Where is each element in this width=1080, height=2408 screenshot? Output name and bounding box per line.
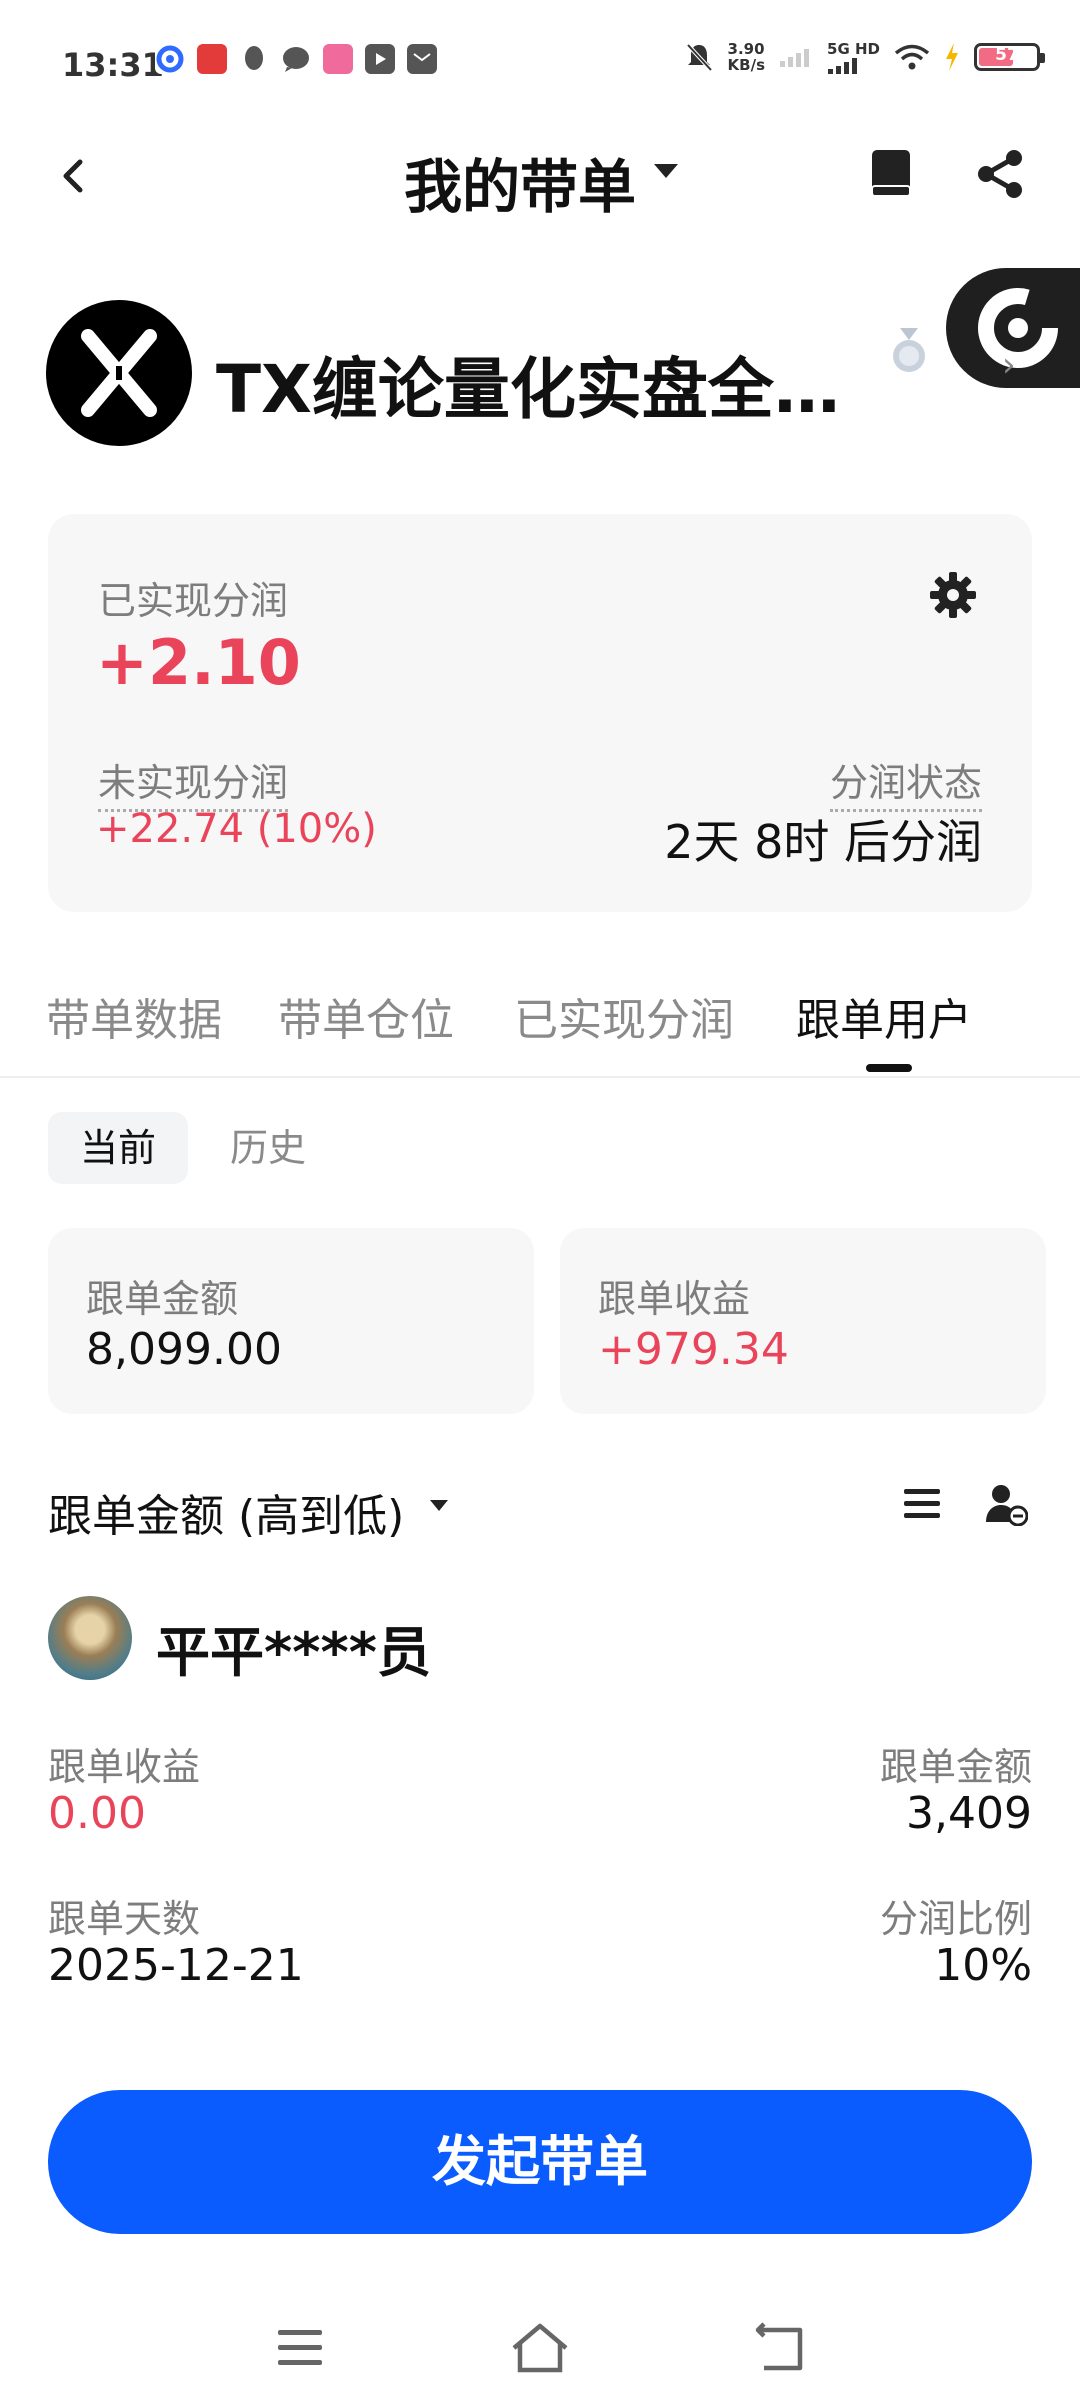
share-button[interactable] <box>972 146 1028 202</box>
red-app-icon <box>197 44 227 74</box>
copy-amount-label: 跟单金额 <box>86 1277 239 1321</box>
follower-days-value: 2025-12-21 <box>48 1940 304 1991</box>
unrealized-profit-value: +22.74 (10%) <box>96 806 377 852</box>
mute-bell-icon <box>686 43 713 72</box>
profit-status-value: 2天 8时 后分润 <box>664 815 982 869</box>
page-title[interactable]: 我的带单 <box>0 140 1080 224</box>
medal-icon <box>888 328 930 374</box>
follower-profit-label: 跟单收益 <box>48 1745 201 1789</box>
user-manage-button[interactable] <box>984 1482 1029 1527</box>
lead-trader-avatar[interactable] <box>46 300 192 446</box>
status-time: 13:31 <box>62 46 164 84</box>
subtab-history[interactable]: 历史 <box>230 1112 306 1184</box>
subtab-current[interactable]: 当前 <box>48 1112 188 1184</box>
realized-profit-label: 已实现分润 <box>98 579 289 623</box>
lead-trader-name[interactable]: TX缠论量化实盘全… <box>216 336 856 432</box>
copy-amount-card: 跟单金额 8,099.00 <box>48 1228 534 1414</box>
tab-copy-positions[interactable]: 带单仓位 <box>278 984 454 1048</box>
browser-app-icon <box>155 44 185 74</box>
qq-icon <box>239 44 269 74</box>
follower-ratio-value: 10% <box>934 1940 1032 1991</box>
follower-name[interactable]: 平平****员 <box>156 1608 431 1687</box>
follower-amount-value: 3,409 <box>906 1788 1032 1839</box>
copy-profit-value: +979.34 <box>598 1324 789 1375</box>
message-bubble-icon <box>281 44 311 74</box>
unrealized-profit-label[interactable]: 未实现分润 <box>98 752 289 812</box>
title-dropdown-caret-icon[interactable] <box>654 164 678 178</box>
nav-menu-button[interactable] <box>270 2320 330 2376</box>
realized-profit-value: +2.10 <box>96 626 301 699</box>
wifi-icon <box>894 44 930 70</box>
signal-empty-icon <box>780 49 810 67</box>
follower-avatar[interactable] <box>48 1596 132 1680</box>
settings-button[interactable] <box>928 570 978 620</box>
home-icon <box>512 2323 568 2373</box>
chevron-right-icon[interactable]: › <box>1002 345 1016 385</box>
tab-realized-profit[interactable]: 已实现分润 <box>514 984 734 1048</box>
signal-icon <box>828 58 858 74</box>
video-play-icon <box>365 44 395 74</box>
tab-followers[interactable]: 跟单用户 <box>796 984 972 1048</box>
tab-divider <box>0 1076 1080 1078</box>
active-tab-indicator <box>866 1064 912 1072</box>
profit-status-label[interactable]: 分润状态 <box>829 752 982 812</box>
user-remove-icon <box>986 1485 1029 1527</box>
list-icon <box>904 1489 940 1518</box>
follower-amount-label: 跟单金额 <box>879 1745 1032 1789</box>
start-copy-trading-button[interactable]: 发起带单 <box>48 2090 1032 2234</box>
gear-icon <box>930 572 976 618</box>
copy-profit-card: 跟单收益 +979.34 <box>560 1228 1046 1414</box>
notification-icons <box>155 44 437 74</box>
charging-bolt-icon <box>946 43 958 71</box>
copy-profit-label: 跟单收益 <box>598 1277 751 1321</box>
share-icon <box>978 150 1022 198</box>
nav-home-button[interactable] <box>510 2320 570 2376</box>
x-logo-icon <box>81 329 157 417</box>
guide-book-button[interactable] <box>866 146 916 202</box>
network-type: 5G HD <box>827 40 880 58</box>
follower-profit-value: 0.00 <box>48 1788 146 1839</box>
mail-icon <box>407 44 437 74</box>
nav-back-button[interactable] <box>750 2320 810 2376</box>
copy-amount-value: 8,099.00 <box>86 1324 282 1375</box>
list-view-button[interactable] <box>902 1486 942 1522</box>
sort-caret-icon[interactable] <box>430 1500 448 1511</box>
return-icon <box>755 2322 803 2371</box>
battery-indicator: 57 <box>974 43 1045 71</box>
follower-days-label: 跟单天数 <box>48 1897 201 1941</box>
tab-bar: 带单数据 带单仓位 已实现分润 跟单用户 <box>0 984 1080 1076</box>
pink-app-icon <box>323 44 353 74</box>
net-speed: 3.90 KB/s <box>727 40 766 74</box>
status-right: 3.90 KB/s 5G HD 57 <box>684 40 1045 74</box>
menu-icon <box>278 2330 322 2365</box>
follower-ratio-label: 分润比例 <box>879 1897 1032 1941</box>
sort-dropdown[interactable]: 跟单金额 (高到低) <box>48 1480 404 1544</box>
tab-copy-data[interactable]: 带单数据 <box>46 984 222 1048</box>
book-icon <box>871 150 911 197</box>
